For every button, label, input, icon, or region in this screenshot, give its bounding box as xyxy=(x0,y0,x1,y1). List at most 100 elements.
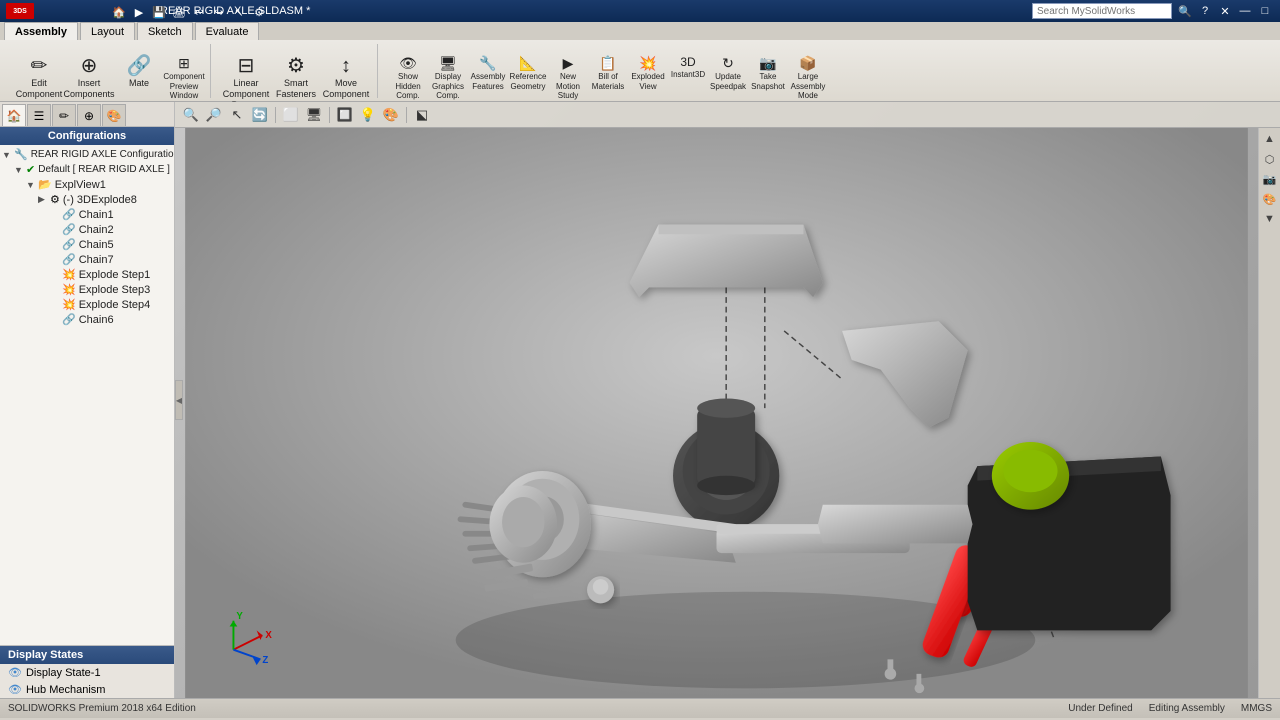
qat-select[interactable]: ↖ xyxy=(230,4,248,20)
sw-edition: SOLIDWORKS Premium 2018 x64 Edition xyxy=(8,703,196,714)
cylinder-body xyxy=(697,408,755,485)
tree-item-chain2[interactable]: 🔗 Chain2 xyxy=(50,222,172,237)
chain1-label: Chain1 xyxy=(79,209,114,221)
toggle-3dexplode[interactable]: ▶ xyxy=(38,194,50,205)
show-hidden-btn[interactable]: 👁 ShowHiddenComp. xyxy=(390,54,426,98)
right-icon-3[interactable]: 📷 xyxy=(1261,170,1279,188)
qat-print[interactable]: 🖨 xyxy=(170,4,188,20)
toggle-root[interactable]: ▼ xyxy=(2,150,14,160)
zoom-in-btn[interactable]: 🔎 xyxy=(204,105,224,125)
tree-item-explode-step1[interactable]: 💥 Explode Step1 xyxy=(50,267,172,282)
linear-pattern-btn[interactable]: ⊟ LinearComponentPattern xyxy=(223,54,269,98)
ds-item-state1[interactable]: 👁 Display State-1 xyxy=(0,664,174,681)
tree-item-explode-step4[interactable]: 💥 Explode Step4 xyxy=(50,297,172,312)
assembly-features-label: AssemblyFeatures xyxy=(471,72,506,91)
new-motion-btn[interactable]: ▶ NewMotionStudy xyxy=(550,54,586,98)
scene-btn[interactable]: ⬕ xyxy=(412,105,432,125)
panel-tab-edit[interactable]: ✏ xyxy=(52,104,76,126)
panel-tab-home[interactable]: 🏠 xyxy=(2,104,26,126)
preview-icon: ⊞ xyxy=(178,56,190,70)
minimize-button[interactable]: — xyxy=(1236,3,1254,19)
instant3d-label: Instant3D xyxy=(671,70,705,80)
qat-home[interactable]: 🏠 xyxy=(110,4,128,20)
tree-item-chain5[interactable]: 🔗 Chain5 xyxy=(50,237,172,252)
exploded-label: ExplodedView xyxy=(631,72,664,91)
tree-item-chain6[interactable]: 🔗 Chain6 xyxy=(50,312,172,327)
display-graphics-btn[interactable]: 🖥 DisplayGraphicsComp. xyxy=(430,54,466,98)
qat-redo[interactable]: ↪ xyxy=(210,4,228,20)
move-component-btn[interactable]: ↕ MoveComponent xyxy=(323,54,369,98)
3d-viewport[interactable]: 🔍 🔎 ↖ 🔄 ⬜ 🖥 🔲 💡 🎨 ⬕ xyxy=(175,102,1280,698)
green-part-inner xyxy=(1003,450,1057,493)
tree-item-explode-step3[interactable]: 💥 Explode Step3 xyxy=(50,282,172,297)
help-button[interactable]: ? xyxy=(1196,3,1214,19)
reference-geometry-btn[interactable]: 📐 ReferenceGeometry xyxy=(510,54,546,98)
view-orient-btn[interactable]: ⬜ xyxy=(281,105,301,125)
update-speedpak-btn[interactable]: ↻ UpdateSpeedpak xyxy=(710,54,746,98)
right-icon-5[interactable]: ▼ xyxy=(1261,210,1279,228)
snapshot-icon: 📷 xyxy=(759,56,776,70)
mate-btn[interactable]: 🔗 Mate xyxy=(116,54,162,98)
qat-arrow[interactable]: ▶ xyxy=(130,4,148,20)
tab-assembly[interactable]: Assembly xyxy=(4,22,78,40)
select-btn[interactable]: ↖ xyxy=(227,105,247,125)
search-button[interactable]: 🔍 xyxy=(1176,3,1194,19)
right-icon-2[interactable]: ⬡ xyxy=(1261,150,1279,168)
toggle-default[interactable]: ▼ xyxy=(14,165,26,175)
panel-tab-add[interactable]: ⊕ xyxy=(77,104,101,126)
take-snapshot-btn[interactable]: 📷 TakeSnapshot xyxy=(750,54,786,98)
sep1 xyxy=(275,107,276,123)
panel-tab-color[interactable]: 🎨 xyxy=(102,104,126,126)
assembly-features-btn[interactable]: 🔧 AssemblyFeatures xyxy=(470,54,506,98)
fasteners-label: SmartFasteners xyxy=(276,78,316,100)
large-assembly-btn[interactable]: 📦 LargeAssemblyMode xyxy=(790,54,826,98)
display-style-btn[interactable]: 🖥 xyxy=(304,105,324,125)
tree-item-3dexplode[interactable]: ▶ ⚙ (-) 3DExplode8 xyxy=(38,192,172,207)
maximize-button[interactable]: □ xyxy=(1256,3,1274,19)
tree-item-chain7[interactable]: 🔗 Chain7 xyxy=(50,252,172,267)
smart-fasteners-btn[interactable]: ⚙ SmartFasteners xyxy=(273,54,319,98)
close-button[interactable]: ✕ xyxy=(1216,3,1234,19)
right-icon-4[interactable]: 🎨 xyxy=(1261,190,1279,208)
bom-btn[interactable]: 📋 Bill ofMaterials xyxy=(590,54,626,98)
tab-evaluate[interactable]: Evaluate xyxy=(195,22,260,40)
config-icon: ✔ xyxy=(26,163,35,176)
section-view-btn[interactable]: 🔲 xyxy=(335,105,355,125)
cylinder-top xyxy=(697,399,755,418)
component-preview-btn[interactable]: ⊞ ComponentPreviewWindow xyxy=(166,54,202,98)
qat-undo[interactable]: ↩ xyxy=(190,4,208,20)
tree-item-explview[interactable]: ▼ 📂 ExplView1 xyxy=(26,177,172,192)
bom-label: Bill ofMaterials xyxy=(592,72,624,91)
tree-item-default[interactable]: ▼ ✔ Default [ REAR RIGID AXLE ] xyxy=(14,162,172,177)
zoom-to-fit-btn[interactable]: 🔍 xyxy=(181,105,201,125)
rotate-btn[interactable]: 🔄 xyxy=(250,105,270,125)
tree-item-root[interactable]: ▼ 🔧 REAR RIGID AXLE Configuration(s) xyxy=(2,147,172,162)
snapshot-label: TakeSnapshot xyxy=(751,72,785,91)
toggle-explview[interactable]: ▼ xyxy=(26,180,38,190)
edit-component-btn[interactable]: ✏ EditComponent xyxy=(16,54,62,98)
tab-sketch[interactable]: Sketch xyxy=(137,22,193,40)
tree-item-chain1[interactable]: 🔗 Chain1 xyxy=(50,207,172,222)
step3-icon: 💥 xyxy=(62,283,76,296)
tab-layout[interactable]: Layout xyxy=(80,22,135,40)
ribbon-content: ✏ EditComponent ⊕ InsertComponents 🔗 Mat… xyxy=(0,40,1280,102)
qat-options[interactable]: ⚙ xyxy=(250,4,268,20)
instant3d-btn[interactable]: 3D Instant3D xyxy=(670,54,706,98)
ds-label-2: Hub Mechanism xyxy=(26,684,105,696)
panel-tab-layers[interactable]: ☰ xyxy=(27,104,51,126)
bolt-shaft-2 xyxy=(916,674,921,691)
display-graphics-label: DisplayGraphicsComp. xyxy=(432,72,464,101)
collapse-handle[interactable]: ◀ xyxy=(175,380,183,420)
linear-pattern-icon: ⊟ xyxy=(238,56,255,76)
appearance-btn[interactable]: 🎨 xyxy=(381,105,401,125)
right-icon-1[interactable]: ▲ xyxy=(1261,130,1279,148)
mate-icon: 🔗 xyxy=(127,56,152,76)
ds-item-hub[interactable]: 👁 Hub Mechanism xyxy=(0,681,174,698)
left-panel: 🏠 ☰ ✏ ⊕ 🎨 Configurations ▼ 🔧 REAR RIGID … xyxy=(0,102,175,698)
exploded-view-btn[interactable]: 💥 ExplodedView xyxy=(630,54,666,98)
lighting-btn[interactable]: 💡 xyxy=(358,105,378,125)
step4-icon: 💥 xyxy=(62,298,76,311)
qat-save[interactable]: 💾 xyxy=(150,4,168,20)
insert-components-btn[interactable]: ⊕ InsertComponents xyxy=(66,54,112,98)
search-input[interactable] xyxy=(1032,3,1172,19)
